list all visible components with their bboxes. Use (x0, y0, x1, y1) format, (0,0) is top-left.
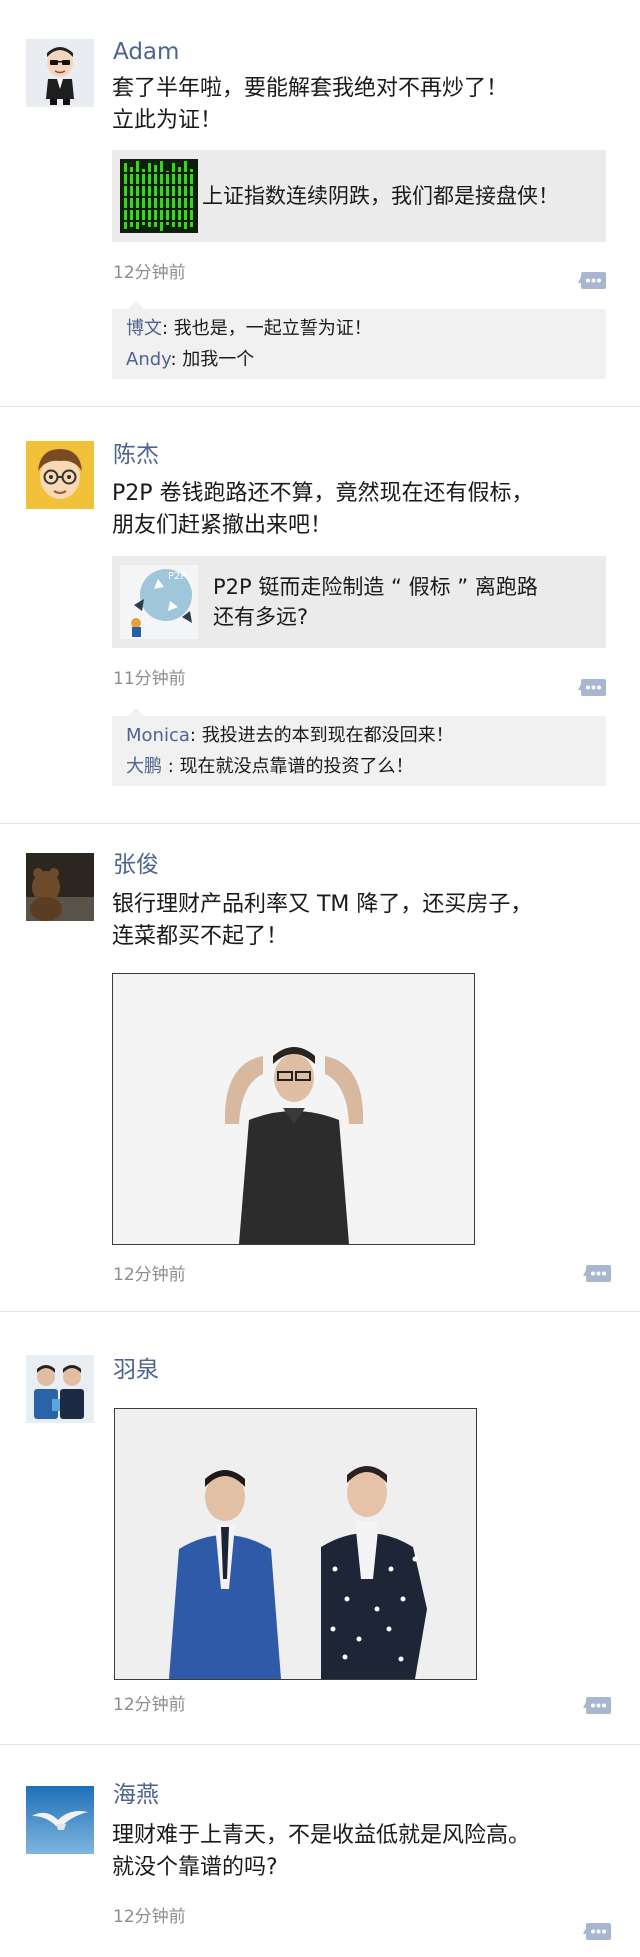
post-divider (0, 406, 640, 407)
comment-separator: : (170, 349, 183, 370)
post-divider (0, 823, 640, 824)
man-holding-head-photo (113, 974, 474, 1244)
post-time: 12分钟前 (113, 263, 186, 283)
comment-list: 博文: 我也是，一起立誓为证！ Andy: 加我一个 (112, 301, 606, 379)
comment-bubble-icon[interactable] (583, 1264, 612, 1286)
shared-link-card[interactable]: P2P P2P 铤而走险制造 “ 假标 ” 离跑路 还有多远? (112, 556, 606, 648)
comment-item[interactable]: 大鹏 : 现在就没点靠谱的投资了么！ (112, 751, 606, 782)
comment-text: 我也是，一起立誓为证！ (173, 318, 372, 339)
link-title: 上证指数连续阴跌，我们都是接盘侠！ (202, 184, 559, 208)
cartoon-man-avatar-icon (26, 39, 94, 107)
avatar[interactable] (26, 1786, 94, 1854)
comment-item[interactable]: 博文: 我也是，一起立誓为证！ (112, 313, 606, 344)
post-text: 套了半年啦，要能解套我绝对不再炒了！ 立此为证！ (112, 76, 509, 133)
cartoon-boy-avatar-icon (26, 441, 94, 509)
post-photo[interactable] (114, 1408, 477, 1680)
post-divider (0, 1311, 640, 1312)
comment-item[interactable]: Andy: 加我一个 (112, 344, 606, 375)
post-divider (0, 1744, 640, 1745)
comment-bubble-icon[interactable] (578, 678, 607, 700)
poster-name[interactable]: 张俊 (113, 851, 159, 879)
avatar[interactable] (26, 853, 94, 921)
avatar[interactable] (26, 1355, 94, 1423)
balloon-label: P2P (168, 571, 186, 582)
post-time: 11分钟前 (113, 669, 186, 689)
comment-separator: : (189, 725, 202, 746)
comment-bubble-icon[interactable] (578, 271, 607, 293)
comment-text: 现在就没点靠谱的投资了么！ (179, 756, 414, 777)
comment-item[interactable]: Monica: 我投进去的本到现在都没回来！ (112, 720, 606, 751)
post-time: 12分钟前 (113, 1265, 186, 1285)
link-thumbnail: P2P (120, 565, 198, 639)
poster-name[interactable]: 陈杰 (113, 441, 159, 469)
comment-text: 加我一个 (182, 349, 255, 370)
teddy-bear-avatar-icon (26, 853, 94, 921)
broken-balloon-icon: P2P (120, 565, 198, 639)
comment-author[interactable]: Andy (126, 349, 171, 370)
comment-bubble-icon[interactable] (583, 1696, 612, 1718)
poster-name[interactable]: 海燕 (113, 1781, 159, 1809)
comment-bubble-icon[interactable] (583, 1922, 612, 1944)
avatar[interactable] (26, 39, 94, 107)
poster-name[interactable]: 羽泉 (113, 1356, 159, 1384)
shared-link-card[interactable]: 上证指数连续阴跌，我们都是接盘侠！ (112, 150, 606, 242)
comment-author[interactable]: 大鹏 (126, 756, 162, 777)
seagull-avatar-icon (26, 1786, 94, 1854)
two-men-photo (115, 1409, 476, 1679)
comment-author[interactable]: Monica (126, 725, 190, 746)
duo-avatar-icon (26, 1355, 94, 1423)
post-time: 12分钟前 (113, 1695, 186, 1715)
comment-text: 我投进去的本到现在都没回来！ (201, 725, 454, 746)
comment-separator: : (162, 756, 180, 777)
comment-author[interactable]: 博文 (126, 318, 162, 339)
post-time: 12分钟前 (113, 1907, 186, 1927)
link-title: P2P 铤而走险制造 “ 假标 ” 离跑路 还有多远? (213, 575, 538, 629)
post-photo[interactable] (112, 973, 475, 1245)
link-thumbnail (120, 159, 198, 233)
comment-separator: : (162, 318, 174, 339)
poster-name[interactable]: Adam (113, 38, 179, 66)
post-text: 银行理财产品利率又 TM 降了，还买房子， 连菜都买不起了！ (112, 892, 533, 949)
comment-list: Monica: 我投进去的本到现在都没回来！ 大鹏 : 现在就没点靠谱的投资了么… (112, 708, 606, 786)
avatar[interactable] (26, 441, 94, 509)
post-text: P2P 卷钱跑路还不算，竟然现在还有假标， 朋友们赶紧撤出来吧！ (112, 481, 534, 538)
stock-ticker-icon (120, 159, 198, 233)
post-text: 理财难于上青天，不是收益低就是风险高。 就没个靠谱的吗? (112, 1823, 531, 1880)
